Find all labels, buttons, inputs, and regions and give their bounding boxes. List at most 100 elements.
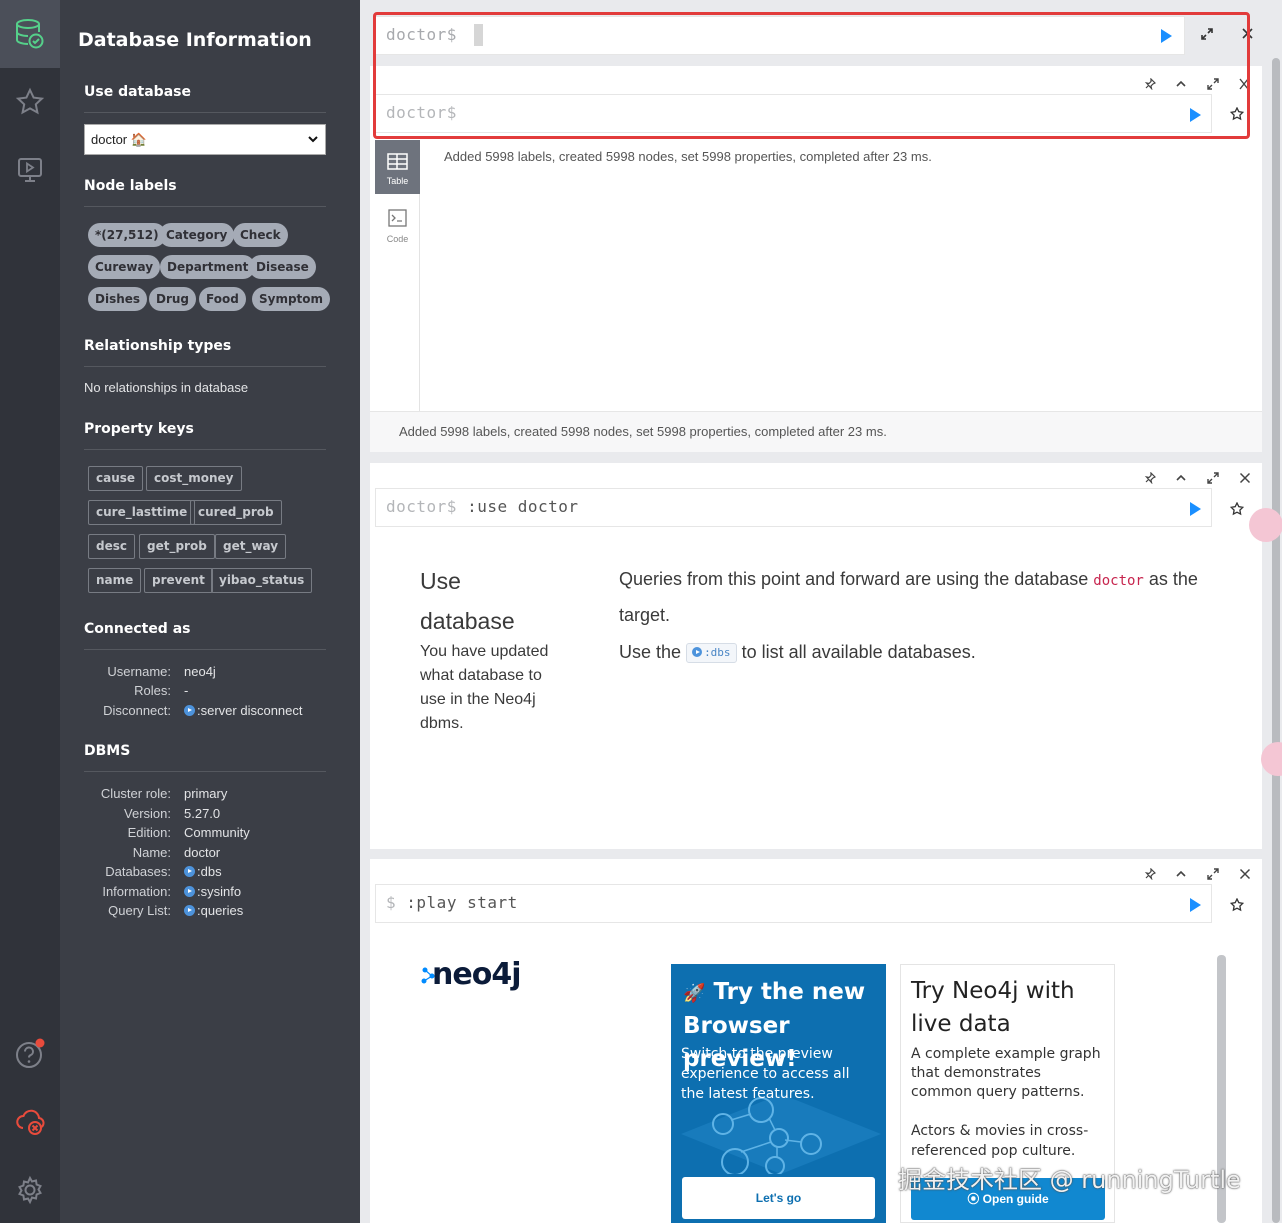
dbs-link[interactable]: :dbs	[184, 864, 222, 879]
database-icon[interactable]	[0, 0, 60, 68]
property-key-name[interactable]: name	[88, 568, 142, 593]
table-icon	[387, 153, 408, 170]
node-label-disease[interactable]: Disease	[249, 255, 316, 279]
pin-icon[interactable]	[1144, 471, 1157, 489]
property-key-cure-lasttime[interactable]: cure_lasttime	[88, 500, 196, 525]
property-key-yibao-status[interactable]: yibao_status	[211, 568, 313, 593]
node-label-symptom[interactable]: Symptom	[252, 287, 331, 311]
cluster-role-row: Cluster role: primary	[100, 786, 228, 801]
try-neo4j-body: A complete example graph that demonstrat…	[911, 1046, 1101, 1100]
use-database-title-line1: Use	[420, 568, 461, 594]
play-circle-icon	[184, 866, 195, 877]
use-database-description: You have updated what database to use in…	[420, 643, 549, 732]
guides-play-icon[interactable]	[0, 140, 60, 200]
frame-status-bar: Added 5998 labels, created 5998 nodes, s…	[370, 411, 1262, 452]
result-message: Added 5998 labels, created 5998 nodes, s…	[444, 149, 932, 164]
divider	[84, 649, 326, 650]
divider	[84, 206, 326, 207]
annotation-highlight-box	[373, 12, 1250, 139]
no-relationships-text: No relationships in database	[84, 380, 249, 395]
favorite-star-icon[interactable]	[1229, 501, 1245, 521]
play-circle-icon	[692, 647, 703, 657]
play-circle-icon	[184, 886, 195, 897]
lets-go-button[interactable]: Let's go	[682, 1177, 875, 1219]
sidebar-title: Database Information	[78, 29, 312, 51]
try-neo4j-body2: Actors & movies in cross-referenced pop …	[911, 1123, 1089, 1159]
dbs-command-chip[interactable]: :dbs	[686, 643, 737, 663]
roles-row: Roles: -	[134, 683, 189, 698]
run-play-icon[interactable]	[1190, 898, 1201, 912]
result-view-tabs: Table Code	[375, 140, 420, 412]
use-database-line2: Use the :dbs to list all available datab…	[619, 642, 976, 663]
name-row: Name: doctor	[132, 845, 221, 860]
dbms-heading: DBMS	[84, 743, 131, 759]
frame-command: :use doctor	[467, 497, 579, 516]
node-label-all[interactable]: *(27,512)	[88, 223, 166, 247]
queries-link[interactable]: :queries	[184, 903, 243, 918]
property-keys-heading: Property keys	[84, 421, 194, 437]
node-label-cureway[interactable]: Cureway	[88, 255, 161, 279]
property-key-cost-money[interactable]: cost_money	[146, 466, 242, 491]
settings-gear-icon[interactable]	[0, 1160, 60, 1220]
translate-bubble-icon[interactable]	[1249, 508, 1282, 542]
property-key-get-prob[interactable]: get_prob	[139, 534, 215, 559]
try-neo4j-title: Try Neo4j with live data	[911, 978, 1075, 1037]
stream-scrollbar[interactable]	[1272, 58, 1280, 1223]
icon-bar	[0, 0, 60, 1223]
status-message: Added 5998 labels, created 5998 nodes, s…	[399, 424, 887, 439]
database-select[interactable]: doctor 🏠	[84, 124, 326, 155]
tab-code[interactable]: Code	[375, 194, 420, 248]
sysinfo-link[interactable]: :sysinfo	[184, 884, 241, 899]
node-label-category[interactable]: Category	[159, 223, 235, 247]
property-key-cause[interactable]: cause	[88, 466, 144, 491]
property-key-cured-prob[interactable]: cured_prob	[190, 500, 282, 525]
divider	[84, 771, 326, 772]
chevron-down-icon	[307, 133, 319, 148]
node-label-check[interactable]: Check	[233, 223, 288, 247]
roles-value: -	[184, 683, 189, 698]
tab-table[interactable]: Table	[375, 140, 420, 194]
database-info-sidebar: Database Information Use database doctor…	[60, 0, 360, 1223]
browser-preview-body: Switch to the preview experience to acce…	[681, 1046, 850, 1102]
frame-prompt: $ :play start	[386, 893, 518, 912]
divider	[84, 112, 326, 113]
expand-icon[interactable]	[1207, 867, 1219, 885]
node-label-dishes[interactable]: Dishes	[88, 287, 148, 311]
connected-as-heading: Connected as	[84, 621, 191, 637]
connection-error-cloud-icon[interactable]	[0, 1092, 60, 1152]
pin-icon[interactable]	[1144, 867, 1157, 885]
frame-query-editor[interactable]: doctor$ :use doctor	[375, 488, 1212, 527]
expand-icon[interactable]	[1207, 471, 1219, 489]
query-list-row: Query List::queries	[108, 903, 244, 918]
databases-row: Databases::dbs	[105, 864, 222, 879]
favorites-star-icon[interactable]	[0, 72, 60, 132]
use-database-line1: Queries from this point and forward are …	[619, 569, 1198, 589]
node-label-food[interactable]: Food	[199, 287, 246, 311]
version-row: Version: 5.27.0	[124, 806, 221, 821]
result-frame-use-database: doctor$ :use doctor Use database You hav…	[370, 463, 1262, 849]
watermark: 掘金技术社区 @ runningTurtle	[898, 1166, 1241, 1194]
browser-preview-card: 🚀 Try the new Browser preview! Switch to…	[671, 964, 886, 1223]
property-key-desc[interactable]: desc	[88, 534, 135, 559]
close-icon[interactable]	[1239, 471, 1251, 489]
help-icon[interactable]	[0, 1024, 60, 1084]
database-name-code: doctor	[1093, 573, 1144, 589]
edition-row: Edition: Community	[127, 825, 250, 840]
play-circle-icon	[184, 705, 195, 716]
run-play-icon[interactable]	[1190, 502, 1201, 516]
property-key-prevent[interactable]: prevent	[144, 568, 213, 593]
close-icon[interactable]	[1239, 867, 1251, 885]
collapse-chevron-up-icon[interactable]	[1175, 867, 1187, 885]
divider	[84, 366, 326, 367]
use-database-heading: Use database	[84, 84, 191, 100]
username-row: Username: neo4j	[107, 664, 216, 679]
property-key-get-way[interactable]: get_way	[215, 534, 287, 559]
frame-prompt: doctor$ :use doctor	[386, 497, 579, 516]
node-label-department[interactable]: Department	[160, 255, 256, 279]
server-disconnect-link[interactable]: :server disconnect	[184, 703, 303, 718]
node-label-drug[interactable]: Drug	[149, 287, 197, 311]
frame-query-editor[interactable]: $ :play start	[375, 884, 1212, 923]
rocket-icon: 🚀	[683, 983, 706, 1004]
collapse-chevron-up-icon[interactable]	[1175, 471, 1187, 489]
favorite-star-icon[interactable]	[1229, 897, 1245, 917]
